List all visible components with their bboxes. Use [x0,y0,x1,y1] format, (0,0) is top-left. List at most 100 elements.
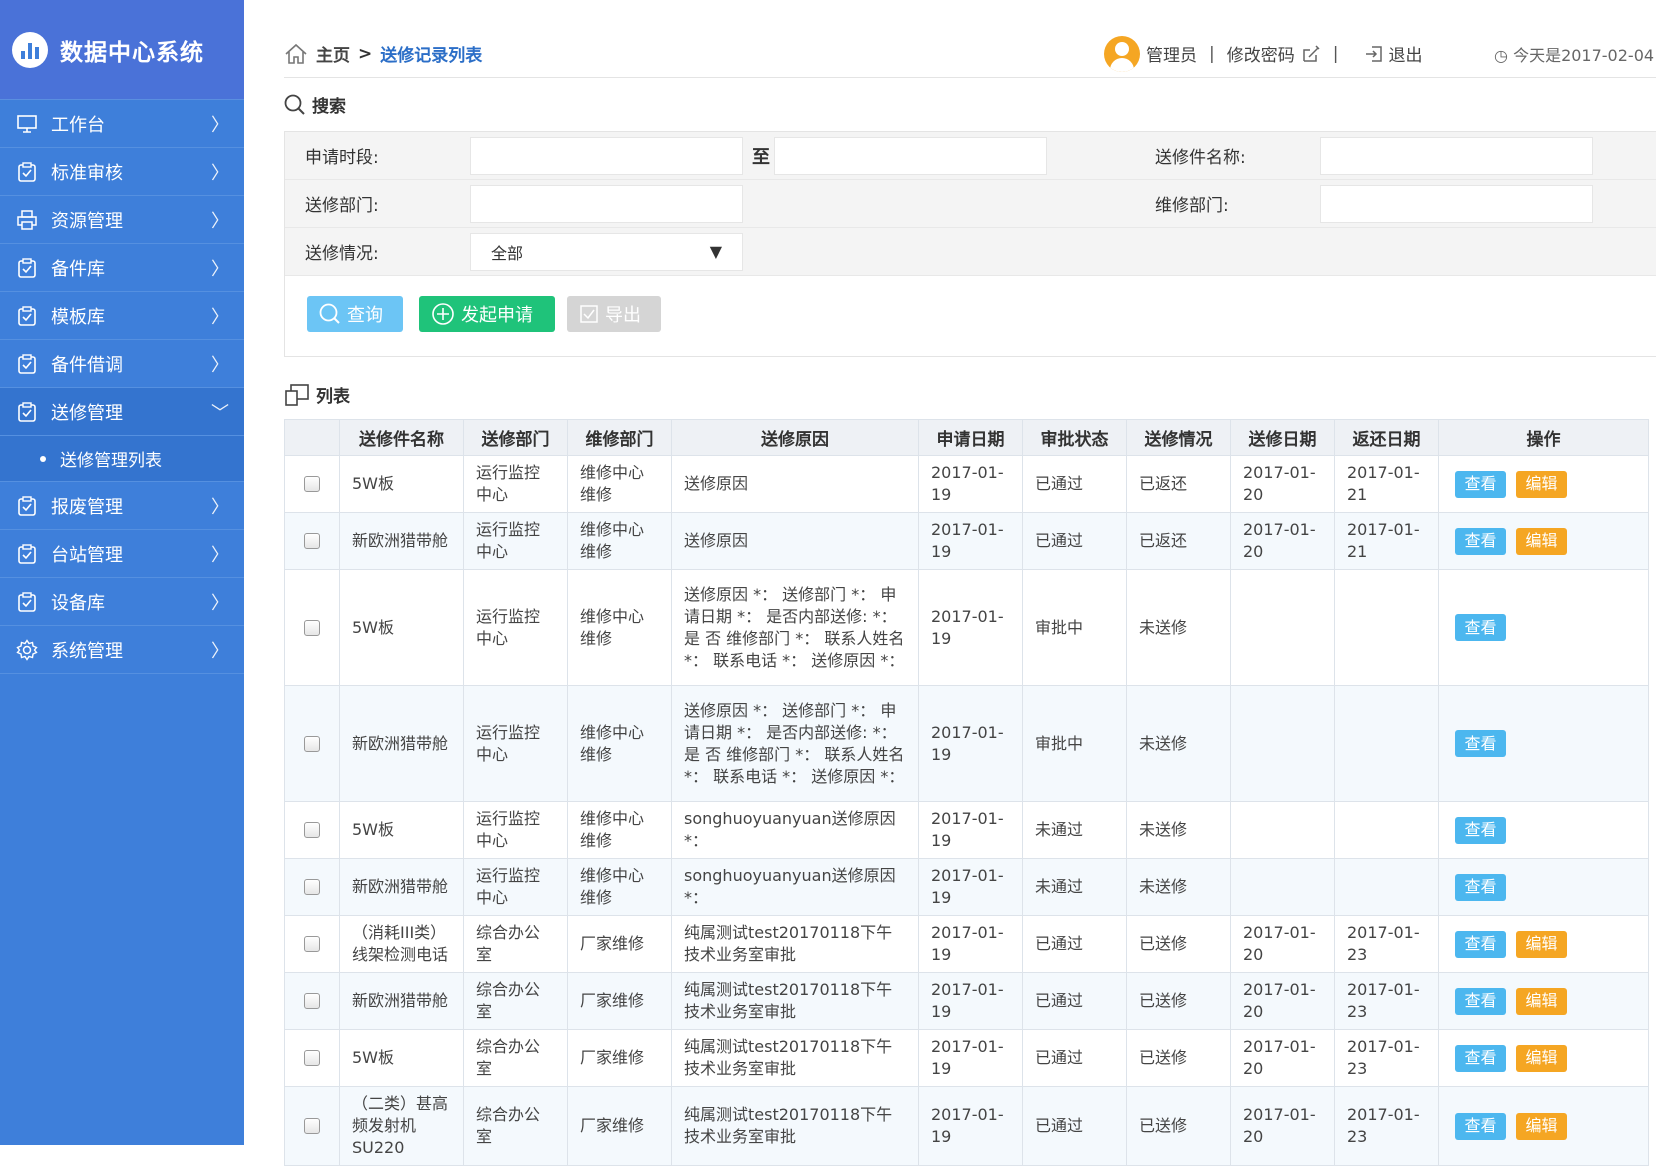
chevron-right-icon: 〉 [211,258,229,280]
sidebar-item-10[interactable]: 系统管理 〉 [0,626,244,674]
table-row: 5W板 运行监控中心 维修中心维修 送修原因 *： 送修部门 *： 申请日期 *： 是… [284,569,1649,686]
table-row: 新欧洲猎带舱 运行监控中心 维修中心维修 songhuoyuanyuan送修原因 *：… [284,858,1649,916]
row-checkbox[interactable] [304,1050,320,1066]
view-button[interactable]: 查看 [1455,470,1506,498]
edit-button[interactable]: 编辑 [1516,930,1567,958]
top-bar: 主页 > 送修记录列表 管理员 | 修改密码 | 退出 ◷ 今天是2017-02… [284,30,1656,78]
row-checkbox[interactable] [304,476,320,492]
main-content: 主页 > 送修记录列表 管理员 | 修改密码 | 退出 ◷ 今天是2017-02… [244,0,1656,1166]
cell-reason: 送修原因 [671,455,919,513]
cell-status: 已送修 [1126,915,1231,973]
view-button[interactable]: 查看 [1455,930,1506,958]
clipboard-check-icon [15,161,39,183]
new-application-button[interactable]: 发起申请 [419,296,555,332]
status-select[interactable]: 全部 ▼ [470,232,743,271]
sidebar-item-7[interactable]: 报废管理 〉 [0,482,244,530]
view-button[interactable]: 查看 [1455,816,1506,844]
sidebar-item-9[interactable]: 设备库 〉 [0,578,244,626]
app-title: 数据中心系统 [60,39,204,66]
export-button[interactable]: 导出 [567,296,661,332]
edit-button[interactable]: 编辑 [1516,987,1567,1015]
apply-start-input[interactable] [470,136,743,175]
cell-status: 未送修 [1126,858,1231,916]
search-icon [284,94,305,115]
apply-period-label: 申请时段: [305,148,379,168]
cell-reason: 纯属测试test20170118下午技术业务室审批 [671,1029,919,1087]
query-button[interactable]: 查询 [307,296,403,332]
table-row: 新欧洲猎带舱 综合办公室 厂家维修 纯属测试test20170118下午技术业务室审批… [284,972,1649,1030]
sidebar-item-8[interactable]: 台站管理 〉 [0,530,244,578]
search-title-text: 搜索 [312,97,346,117]
view-button[interactable]: 查看 [1455,730,1506,757]
sidebar-item-0[interactable]: 工作台 〉 [0,100,244,148]
sidebar-item-1[interactable]: 标准审核 〉 [0,148,244,196]
sidebar-subitem-repair-list[interactable]: 送修管理列表 [0,436,244,482]
view-button[interactable]: 查看 [1455,527,1506,555]
send-dept-input[interactable] [470,184,743,223]
home-icon[interactable] [284,43,308,65]
row-checkbox[interactable] [304,879,320,895]
view-button[interactable]: 查看 [1455,1112,1506,1140]
repair-dept-input[interactable] [1320,184,1593,223]
cell-repair: 维修中心维修 [567,685,672,802]
part-name-input[interactable] [1320,136,1593,175]
sidebar-item-label: 模板库 [51,306,105,328]
checkbox-column-header [284,419,340,456]
view-button[interactable]: 查看 [1455,614,1506,641]
cell-send: 综合办公室 [463,915,568,973]
view-button[interactable]: 查看 [1455,987,1506,1015]
sidebar-item-3[interactable]: 备件库 〉 [0,244,244,292]
view-button[interactable]: 查看 [1455,1044,1506,1072]
sidebar-subitem-label: 送修管理列表 [60,451,162,471]
row-checkbox[interactable] [304,993,320,1009]
cell-returned: 2017-01-21 [1334,512,1439,570]
apply-end-input[interactable] [774,136,1047,175]
sidebar-item-4[interactable]: 模板库 〉 [0,292,244,340]
row-checkbox[interactable] [304,936,320,952]
row-checkbox[interactable] [304,533,320,549]
row-checkbox-cell [284,512,340,570]
chevron-right-icon: 〉 [211,640,229,662]
cell-status: 未送修 [1126,569,1231,686]
sidebar-item-2[interactable]: 资源管理 〉 [0,196,244,244]
view-button[interactable]: 查看 [1455,873,1506,901]
row-checkbox-cell [284,972,340,1030]
row-checkbox[interactable] [304,822,320,838]
cell-sent [1230,801,1335,859]
edit-button[interactable]: 编辑 [1516,1044,1567,1072]
change-password-link[interactable]: 修改密码 [1227,41,1295,66]
logout-link[interactable]: 退出 [1388,41,1422,66]
chevron-right-icon: 〉 [211,210,229,232]
cell-reason: 纯属测试test20170118下午技术业务室审批 [671,1086,919,1166]
cell-send: 运行监控中心 [463,569,568,686]
edit-button[interactable]: 编辑 [1516,527,1567,555]
edit-button[interactable]: 编辑 [1516,1112,1567,1140]
row-checkbox[interactable] [304,735,320,752]
cell-send: 综合办公室 [463,1029,568,1087]
edit-button[interactable]: 编辑 [1516,470,1567,498]
app-logo[interactable]: 数据中心系统 [0,0,244,100]
cell-apply: 2017-01-19 [918,512,1023,570]
user-name[interactable]: 管理员 [1146,41,1197,66]
sidebar-item-5[interactable]: 备件借调 〉 [0,340,244,388]
breadcrumb-home[interactable]: 主页 [316,41,350,66]
logout-icon[interactable] [1364,44,1384,64]
cell-approval: 审批中 [1022,685,1127,802]
edit-icon[interactable] [1301,44,1321,64]
row-actions: 查看 [1438,801,1649,859]
cell-returned [1334,801,1439,859]
dropdown-arrow-icon: ▼ [709,242,722,261]
row-checkbox[interactable] [304,619,320,636]
sidebar-nav: 工作台〉标准审核〉资源管理〉备件库〉模板库〉备件借调〉送修管理 ﹀ 送修管理列表 报废… [0,100,244,674]
avatar [1104,35,1140,72]
cell-repair: 维修中心维修 [567,512,672,570]
cell-sent [1230,685,1335,802]
column-header: 操作 [1438,419,1649,456]
sidebar-item-6[interactable]: 送修管理 ﹀ [0,388,244,436]
cell-reason: 纯属测试test20170118下午技术业务室审批 [671,972,919,1030]
cell-apply: 2017-01-19 [918,455,1023,513]
cell-returned: 2017-01-23 [1334,915,1439,973]
cell-returned: 2017-01-23 [1334,1086,1439,1166]
row-checkbox[interactable] [304,1118,320,1134]
row-checkbox-cell [284,801,340,859]
